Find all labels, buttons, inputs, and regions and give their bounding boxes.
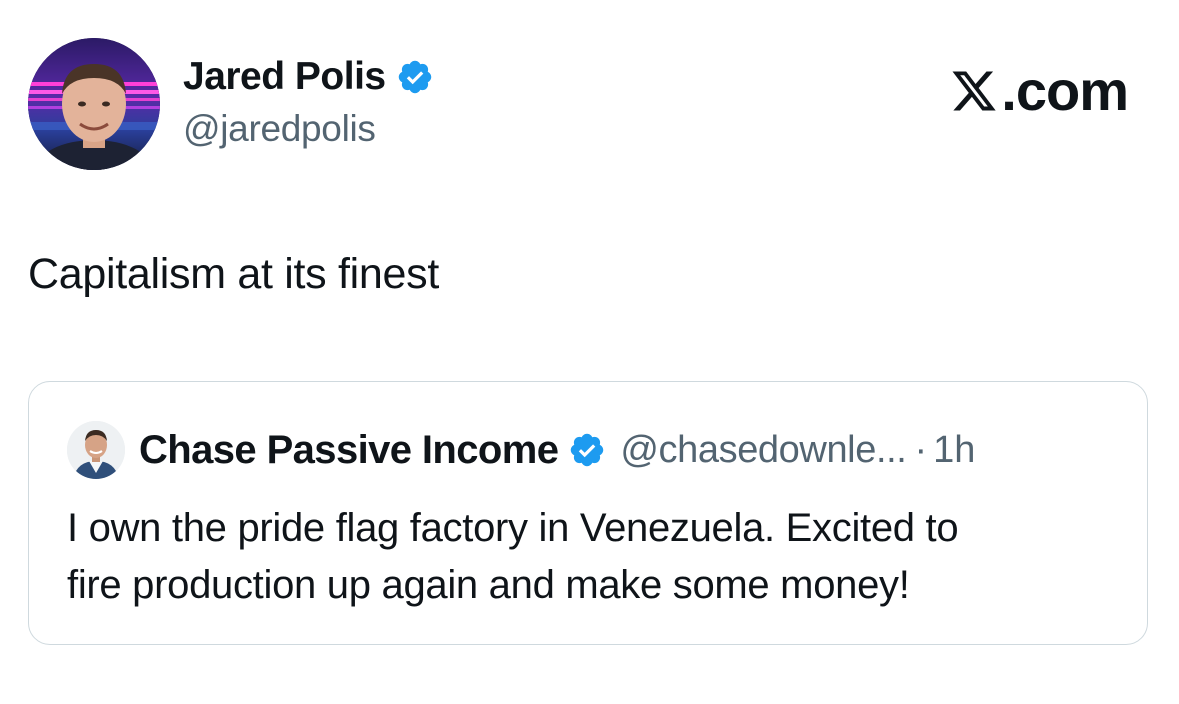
brand-label: .com [1001, 59, 1129, 122]
tweet-text: Capitalism at its finest [28, 250, 440, 298]
quoted-tweet-header: Chase Passive Income @chasedownle... · 1… [67, 420, 975, 480]
separator-dot: · [914, 428, 928, 471]
quoted-verified-badge-icon [571, 433, 604, 467]
quoted-tweet-text-line: I own the pride flag factory in Venezuel… [67, 506, 959, 550]
author-avatar[interactable] [28, 38, 160, 170]
quoted-avatar-image [67, 421, 125, 479]
author-block: Jared Polis @jaredpolis [183, 52, 434, 150]
author-handle[interactable]: @jaredpolis [183, 108, 434, 150]
brand-logo: .com [949, 58, 1129, 123]
quoted-author-avatar[interactable] [67, 421, 125, 479]
quoted-tweet-card[interactable]: Chase Passive Income @chasedownle... · 1… [28, 381, 1148, 645]
quoted-tweet-text: I own the pride flag factory in Venezuel… [67, 500, 1127, 614]
author-display-name[interactable]: Jared Polis [183, 55, 386, 99]
tweet-header: Jared Polis @jaredpolis .com [28, 38, 1148, 173]
avatar-image [28, 38, 160, 170]
author-name-row: Jared Polis [183, 52, 434, 102]
x-logo-icon [952, 71, 996, 110]
quoted-author-name[interactable]: Chase Passive Income [139, 428, 559, 473]
quoted-author-handle[interactable]: @chasedownle... [620, 429, 906, 472]
verified-badge-icon [398, 60, 431, 94]
quoted-tweet-text-line: fire production up again and make some m… [67, 563, 910, 607]
quoted-tweet-time[interactable]: 1h [933, 429, 975, 472]
